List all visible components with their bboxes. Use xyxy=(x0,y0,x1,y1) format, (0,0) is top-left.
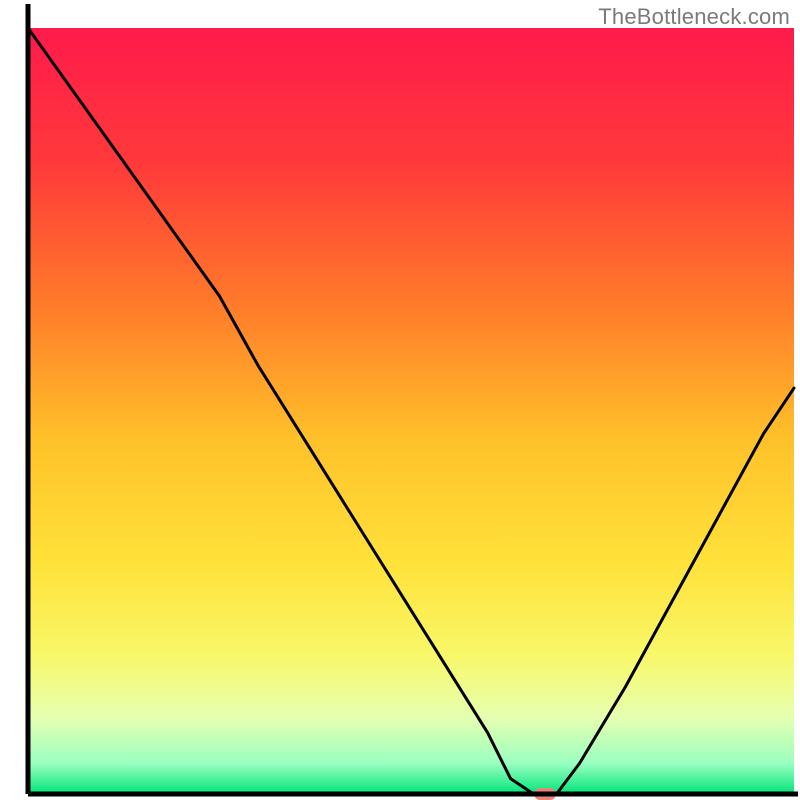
bottleneck-chart: TheBottleneck.com xyxy=(0,0,800,800)
chart-canvas xyxy=(0,0,800,800)
plot-background xyxy=(28,28,794,794)
watermark-label: TheBottleneck.com xyxy=(598,4,790,30)
